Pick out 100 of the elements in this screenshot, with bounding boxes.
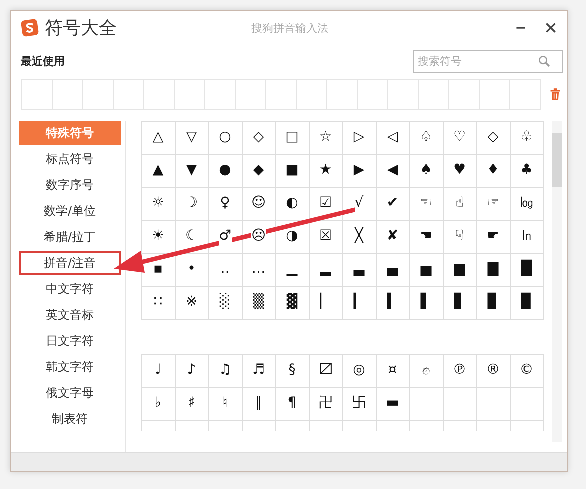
symbol-cell[interactable]: ▼ [176, 155, 209, 188]
symbol-cell[interactable]: ▂ [310, 254, 343, 287]
symbol-cell[interactable]: ♯ [176, 388, 209, 421]
symbol-cell[interactable]: … [242, 254, 276, 287]
symbol-cell[interactable]: ░ [209, 287, 242, 320]
symbol-cell[interactable]: ☞ [477, 188, 510, 221]
symbol-cell[interactable]: ∷ [142, 287, 176, 320]
symbol-cell[interactable]: ♦ [477, 155, 510, 188]
symbol-cell[interactable]: ▋ [444, 287, 477, 320]
symbol-cell[interactable]: ♧ [510, 122, 544, 155]
symbol-cell[interactable]: ▬ [376, 388, 410, 421]
symbol-cell[interactable]: ☾ [176, 221, 209, 254]
symbol-cell[interactable]: © [510, 355, 544, 388]
symbol-cell[interactable]: ▁ [276, 254, 310, 287]
category-tab[interactable]: 拼音/注音 [19, 251, 121, 275]
symbol-cell[interactable]: ◇ [242, 122, 276, 155]
symbol-cell[interactable]: ♪ [176, 355, 209, 388]
symbol-cell[interactable]: ✔ [376, 188, 410, 221]
category-tab[interactable]: 希腊/拉丁 [19, 225, 121, 249]
category-tab[interactable]: 俄文字母 [19, 381, 121, 405]
symbol-cell[interactable]: ‖ [242, 388, 276, 421]
symbol-cell[interactable]: ▍ [376, 287, 410, 320]
close-icon[interactable] [545, 22, 557, 34]
symbol-cell[interactable]: ☑ [310, 188, 343, 221]
symbol-cell[interactable]: ♀ [209, 188, 242, 221]
symbol-cell[interactable]: ℗ [444, 355, 477, 388]
symbol-cell[interactable]: ★ [310, 155, 343, 188]
symbol-cell[interactable]: ♥ [444, 155, 477, 188]
search-box[interactable]: 搜索符号 [413, 50, 563, 72]
scrollbar[interactable] [552, 121, 562, 442]
category-tab[interactable]: 英文音标 [19, 303, 121, 327]
symbol-cell[interactable]: ○ [209, 122, 242, 155]
symbol-cell[interactable]: ♤ [410, 122, 444, 155]
symbol-cell[interactable]: ۞ [410, 355, 444, 388]
symbol-cell[interactable]: ☒ [310, 221, 343, 254]
symbol-cell[interactable]: ㏑ [510, 221, 544, 254]
symbol-cell[interactable]: ▄ [376, 254, 410, 287]
symbol-cell[interactable]: □ [276, 122, 310, 155]
symbol-cell[interactable]: ■ [276, 155, 310, 188]
symbol-cell[interactable]: █ [510, 254, 544, 287]
symbol-cell[interactable]: ▇ [477, 254, 510, 287]
search-icon[interactable] [538, 54, 551, 68]
symbol-cell[interactable]: ♩ [142, 355, 176, 388]
symbol-cell[interactable]: ¶ [276, 388, 310, 421]
symbol-cell[interactable]: ☟ [444, 221, 477, 254]
symbol-cell[interactable]: ◀ [376, 155, 410, 188]
symbol-cell[interactable]: ▉ [510, 287, 544, 320]
symbol-cell[interactable]: ◇ [477, 122, 510, 155]
category-tab[interactable]: 韩文字符 [19, 355, 121, 379]
symbol-cell[interactable]: ╳ [343, 221, 376, 254]
symbol-cell[interactable]: ▃ [343, 254, 376, 287]
symbol-cell[interactable]: ✘ [376, 221, 410, 254]
symbol-cell[interactable]: ● [209, 155, 242, 188]
symbol-cell[interactable]: √ [343, 188, 376, 221]
symbol-cell[interactable]: ♭ [142, 388, 176, 421]
category-tab[interactable]: 标点符号 [19, 147, 121, 171]
category-tab[interactable]: 日文字符 [19, 329, 121, 353]
symbol-cell[interactable]: ※ [176, 287, 209, 320]
symbol-cell[interactable]: 卐 [343, 388, 376, 421]
symbol-cell[interactable]: ☀ [142, 221, 176, 254]
symbol-cell[interactable]: ♡ [444, 122, 477, 155]
symbol-cell[interactable]: ◐ [276, 188, 310, 221]
symbol-cell[interactable]: ◎ [343, 355, 376, 388]
symbol-cell[interactable]: ▆ [444, 254, 477, 287]
symbol-cell[interactable]: ☺ [242, 188, 276, 221]
symbol-cell[interactable]: ♂ [209, 221, 242, 254]
symbol-cell[interactable]: ▽ [176, 122, 209, 155]
symbol-cell[interactable]: ㏒ [510, 188, 544, 221]
search-field[interactable]: 搜索符号 [418, 52, 538, 70]
symbol-cell[interactable]: 〼 [310, 355, 343, 388]
symbol-cell[interactable]: ♮ [209, 388, 242, 421]
symbol-cell[interactable]: ▌ [410, 287, 444, 320]
symbol-cell[interactable]: ♬ [242, 355, 276, 388]
symbol-cell[interactable]: △ [142, 122, 176, 155]
symbol-cell[interactable]: ▒ [242, 287, 276, 320]
symbol-cell[interactable]: 卍 [310, 388, 343, 421]
symbol-cell[interactable]: ¤ [376, 355, 410, 388]
symbol-cell[interactable]: § [276, 355, 310, 388]
symbol-cell[interactable]: ☛ [477, 221, 510, 254]
category-tab[interactable]: 中文字符 [19, 277, 121, 301]
symbol-cell[interactable]: ▊ [477, 287, 510, 320]
symbol-cell[interactable]: • [176, 254, 209, 287]
symbol-cell[interactable]: ♫ [209, 355, 242, 388]
symbol-cell[interactable]: ☜ [410, 188, 444, 221]
trash-icon[interactable] [550, 88, 560, 100]
symbol-cell[interactable]: ‥ [209, 254, 242, 287]
symbol-cell[interactable]: ☹ [242, 221, 276, 254]
symbol-cell[interactable]: ▅ [410, 254, 444, 287]
symbol-cell[interactable]: ▎ [343, 287, 376, 320]
symbol-cell[interactable]: ▲ [142, 155, 176, 188]
symbol-cell[interactable]: ♠ [410, 155, 444, 188]
symbol-cell[interactable]: ▓ [276, 287, 310, 320]
symbol-cell[interactable]: ♣ [510, 155, 544, 188]
symbol-cell[interactable]: ☆ [310, 122, 343, 155]
symbol-cell[interactable]: ◁ [376, 122, 410, 155]
symbol-cell[interactable]: ☼ [142, 188, 176, 221]
symbol-cell[interactable]: ▏ [310, 287, 343, 320]
symbol-cell[interactable]: ☚ [410, 221, 444, 254]
symbol-cell[interactable]: ® [477, 355, 510, 388]
category-tab[interactable]: 制表符 [19, 407, 121, 431]
